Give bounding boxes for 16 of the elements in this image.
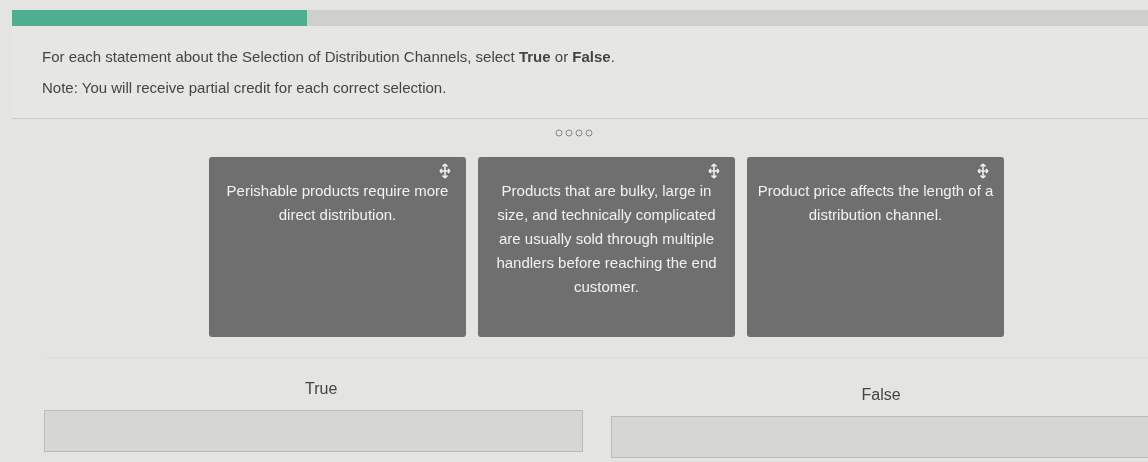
statement-text: Products that are bulky, large in size, and technically complicated are usually sold through multiple handlers before reaching the end customer. [495, 181, 718, 297]
move-icon [707, 163, 721, 179]
category-label: True [305, 380, 338, 398]
draggable-card[interactable]: Perishable products require more direct distribution. [209, 157, 466, 337]
move-icon [438, 163, 452, 179]
pagination-dots-icon [555, 129, 593, 137]
statement-text: Product price affects the length of a distribution channel. [757, 181, 994, 225]
drop-zone[interactable] [44, 410, 583, 452]
note-text: Note: You will receive partial credit for each correct selection. [42, 79, 448, 96]
draggable-card[interactable]: Product price affects the length of a distribution channel. [747, 157, 1004, 337]
move-icon [976, 163, 990, 179]
drop-zone[interactable] [610, 416, 1148, 458]
instructions-text: For each statement about the Selection of Distribution Channels, select True or False. [42, 48, 616, 65]
statement-text: Perishable products require more direct distribution. [225, 181, 450, 225]
draggable-card[interactable]: Products that are bulky, large in size, and technically complicated are usually sold through multiple handlers before reaching the end customer. [478, 157, 735, 337]
category-label: False [861, 386, 901, 404]
